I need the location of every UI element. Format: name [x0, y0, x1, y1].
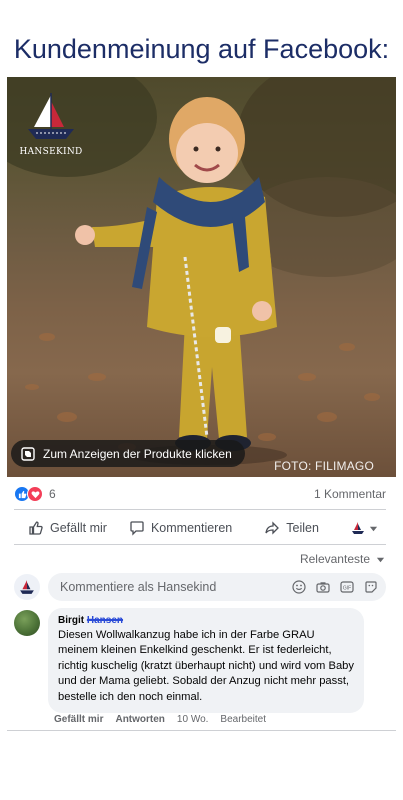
- comment-edited-label: Bearbeitet: [220, 714, 267, 725]
- reactions-count-group[interactable]: 6: [14, 486, 56, 502]
- chevron-down-icon: [376, 557, 385, 562]
- gif-icon[interactable]: GIF: [340, 580, 354, 594]
- post-actions-bar: Gefällt mir Kommentieren Teilen: [14, 514, 386, 542]
- comment-author-redacted-name: Hansen: [86, 615, 124, 626]
- avatar: [14, 574, 40, 600]
- page-headline: Kundenmeinung auf Facebook:: [13, 34, 390, 64]
- sailboat-logo-icon: [28, 93, 74, 139]
- like-button[interactable]: Gefällt mir: [28, 520, 107, 536]
- comment-author[interactable]: Birgit Hansen: [58, 615, 354, 626]
- comment-button-label: Kommentieren: [150, 521, 233, 535]
- composer-tools: GIF: [292, 580, 378, 594]
- thumbs-up-icon: [29, 521, 43, 535]
- sticker-icon[interactable]: [364, 580, 378, 594]
- post-photo[interactable]: HANSEKIND Zum Anzeigen der Produkte klic…: [7, 77, 396, 477]
- comment-actions: Gefällt mir Antworten 10 Wo. Bearbeitet: [54, 714, 266, 725]
- brand-logo: HANSEKIND: [17, 91, 85, 157]
- comment-like-link[interactable]: Gefällt mir: [54, 714, 103, 725]
- avatar[interactable]: [14, 610, 40, 636]
- like-button-label: Gefällt mir: [50, 521, 107, 535]
- comment-bubble: Birgit Hansen Diesen Wollwalkanzug habe …: [48, 608, 364, 714]
- chevron-down-icon: [369, 526, 378, 531]
- product-tag-label: Zum Anzeigen der Produkte klicken: [43, 446, 232, 461]
- divider: [14, 544, 386, 545]
- love-reaction-icon: [27, 486, 43, 502]
- camera-icon[interactable]: [316, 580, 330, 594]
- comments-sort-selector[interactable]: Relevanteste: [300, 552, 385, 566]
- comment-composer: Kommentiere als Hansekind GIF: [14, 573, 386, 601]
- brand-name: HANSEKIND: [19, 147, 83, 157]
- page-avatar-icon: [352, 522, 364, 534]
- share-button[interactable]: Teilen: [264, 520, 319, 536]
- comments-sort-label: Relevanteste: [299, 552, 370, 566]
- reaction-count: 6: [49, 487, 56, 501]
- share-arrow-icon: [265, 521, 280, 535]
- photo-credit: FOTO: FILIMAGO: [274, 459, 374, 473]
- share-button-label: Teilen: [286, 521, 319, 535]
- product-tag-button[interactable]: Zum Anzeigen der Produkte klicken: [11, 440, 245, 467]
- comment-text: Diesen Wollwalkanzug habe ich in der Far…: [58, 629, 354, 703]
- comment-timestamp[interactable]: 10 Wo.: [177, 714, 209, 725]
- post-as-selector[interactable]: [351, 521, 378, 535]
- divider: [14, 509, 386, 510]
- comment-author-first-name: Birgit: [58, 615, 85, 626]
- emoji-icon[interactable]: [292, 580, 306, 594]
- comment-input[interactable]: Kommentiere als Hansekind GIF: [48, 573, 386, 601]
- comment-input-placeholder: Kommentiere als Hansekind: [60, 580, 217, 594]
- comment-button[interactable]: Kommentieren: [129, 520, 232, 536]
- comments-count-link[interactable]: 1 Kommentar: [314, 487, 386, 501]
- comment-reply-link[interactable]: Antworten: [115, 714, 164, 725]
- reactions-summary: 6 1 Kommentar: [14, 484, 386, 504]
- tag-icon: [21, 446, 35, 461]
- divider: [7, 730, 396, 731]
- sailboat-logo-icon: [20, 580, 34, 594]
- svg-text:GIF: GIF: [343, 586, 351, 592]
- comment-bubble-icon: [130, 521, 144, 536]
